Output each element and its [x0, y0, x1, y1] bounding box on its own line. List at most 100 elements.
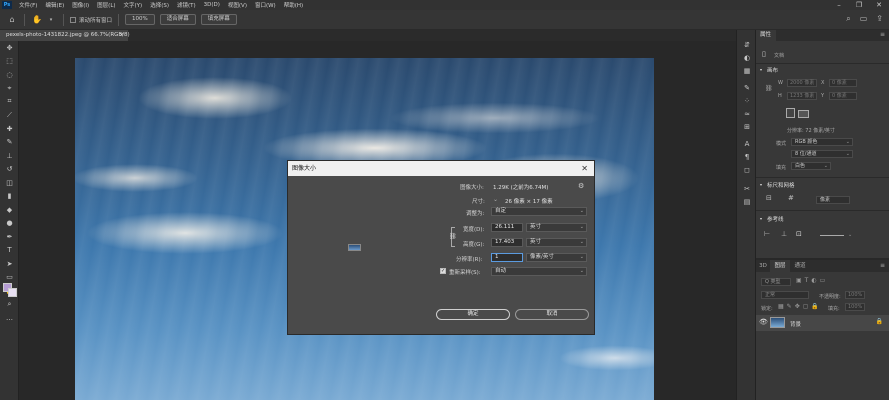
canvas-y-field[interactable]: 0 像素 — [829, 92, 857, 100]
opacity-field[interactable]: 100% — [845, 291, 865, 299]
tab-3d[interactable]: 3D — [756, 260, 770, 272]
clone-source-icon[interactable]: ⊞ — [737, 120, 757, 133]
character-icon[interactable]: A — [737, 137, 757, 150]
chevron-down-icon[interactable]: ⌄ — [848, 232, 852, 238]
height-unit-select[interactable]: 英寸 ⌄ — [526, 238, 587, 247]
resolution-unit-select[interactable]: 像素/英寸 ⌄ — [526, 253, 587, 262]
hand-icon[interactable]: ✋ — [31, 14, 43, 26]
blur-tool-icon[interactable]: ◆ — [0, 203, 19, 217]
gradient-tool-icon[interactable]: ▮ — [0, 190, 19, 204]
menu-view[interactable]: 视图(V) — [224, 1, 251, 9]
fit-to-select[interactable]: 自定 ⌄ — [491, 207, 587, 216]
share-icon[interactable]: ⇪ — [876, 14, 883, 24]
more-tools-icon[interactable]: … — [0, 311, 19, 325]
move-tool-icon[interactable]: ✥ — [0, 41, 19, 55]
width-field[interactable]: 26.111 — [491, 223, 523, 232]
menu-edit[interactable]: 编辑(E) — [41, 1, 68, 9]
width-unit-select[interactable]: 英寸 ⌄ — [526, 223, 587, 232]
fit-screen-button[interactable]: 适合屏幕 — [159, 14, 196, 25]
workspace-icon[interactable]: ▭ — [860, 14, 868, 24]
fill-field[interactable]: 100% — [845, 303, 865, 311]
tab-properties[interactable]: 属性 — [756, 30, 776, 41]
menu-type[interactable]: 文字(Y) — [120, 1, 147, 9]
chevron-down-icon[interactable]: ▾ — [760, 182, 762, 187]
ok-button[interactable]: 确定 — [436, 309, 510, 320]
home-icon[interactable]: ⌂ — [6, 14, 18, 26]
canvas-width-field[interactable]: 2000 像素 — [787, 79, 817, 87]
pen-tool-icon[interactable]: ✒ — [0, 230, 19, 244]
crop-tool-icon[interactable]: ⌗ — [0, 95, 19, 109]
menu-file[interactable]: 文件(F) — [15, 1, 41, 9]
quick-select-tool-icon[interactable]: ⌖ — [0, 82, 19, 96]
close-tab-icon[interactable]: × — [119, 30, 124, 41]
filter-icons[interactable]: ▣T◐▭ — [796, 277, 828, 284]
canvas-x-field[interactable]: 0 像素 — [829, 79, 857, 87]
panel-menu-icon[interactable]: ≡ — [880, 262, 885, 269]
resample-select[interactable]: 自动 ⌄ — [491, 267, 587, 276]
lock-icons[interactable]: ▦✎✥▢🔒 — [778, 303, 822, 310]
canvas-height-field[interactable]: 1233 像素 — [787, 92, 817, 100]
gear-icon[interactable]: ⚙ — [578, 182, 584, 190]
guide-layout-icon[interactable]: ⊥ — [781, 230, 787, 238]
type-tool-icon[interactable]: T — [0, 244, 19, 258]
chevron-down-icon[interactable]: ▾ — [760, 67, 762, 72]
portrait-orientation-icon[interactable] — [786, 108, 795, 118]
dodge-tool-icon[interactable]: ● — [0, 217, 19, 231]
brush-settings-icon[interactable]: ✎ — [737, 81, 757, 94]
tools-presets-icon[interactable]: ✂ — [737, 182, 757, 195]
chevron-down-icon[interactable]: ⌄ — [493, 196, 498, 203]
fill-select[interactable]: 白色 ⌄ — [791, 162, 831, 170]
marquee-tool-icon[interactable]: ⬚ — [0, 55, 19, 69]
new-guide-icon[interactable]: ⊡ — [796, 230, 802, 238]
bit-depth-select[interactable]: 8 位/通道 ⌄ — [791, 150, 853, 158]
minimize-button[interactable]: – — [829, 0, 849, 10]
menu-help[interactable]: 帮助(H) — [280, 1, 307, 9]
guides-icon[interactable]: ⊢ — [764, 230, 770, 238]
lasso-tool-icon[interactable]: ◌ — [0, 68, 19, 82]
height-field[interactable]: 17.403 — [491, 238, 523, 247]
menu-image[interactable]: 图像(I) — [68, 1, 93, 9]
history-brush-tool-icon[interactable]: ↺ — [0, 163, 19, 177]
chevron-down-icon[interactable]: ▾ — [45, 14, 57, 26]
panel-menu-icon[interactable]: ≡ — [880, 31, 885, 38]
tab-channels[interactable]: 通道 — [790, 260, 810, 272]
close-window-button[interactable]: ✕ — [869, 0, 889, 10]
menu-filter[interactable]: 滤镜(T) — [173, 1, 200, 9]
chevron-down-icon[interactable]: ▾ — [760, 216, 762, 221]
adjustments-icon[interactable]: ≈ — [737, 107, 757, 120]
dialog-close-icon[interactable]: ✕ — [581, 161, 588, 176]
scroll-all-windows-checkbox[interactable] — [70, 16, 76, 23]
eraser-tool-icon[interactable]: ◫ — [0, 176, 19, 190]
fill-screen-button[interactable]: 填充屏幕 — [200, 14, 237, 25]
landscape-orientation-icon[interactable] — [798, 110, 809, 118]
eye-icon[interactable]: 👁 — [759, 318, 768, 326]
notes-icon[interactable]: ▤ — [737, 195, 757, 208]
background-color-swatch[interactable] — [8, 288, 17, 297]
ruler-units-select[interactable]: 像素 — [816, 196, 850, 204]
link-icon[interactable]: ⛓ — [765, 85, 773, 92]
cancel-button[interactable]: 取消 — [515, 309, 589, 320]
restore-button[interactable]: ❐ — [849, 0, 869, 10]
resample-checkbox[interactable]: ✓ — [440, 268, 446, 274]
layer-row[interactable]: 👁 背景 🔒 — [756, 315, 889, 331]
healing-brush-tool-icon[interactable]: ✚ — [0, 122, 19, 136]
link-icon[interactable]: ⛓ — [449, 233, 457, 240]
menu-layer[interactable]: 图层(L) — [93, 1, 119, 9]
mode-select[interactable]: RGB 颜色 ⌄ — [791, 138, 853, 146]
brushes-icon[interactable]: ⁘ — [737, 94, 757, 107]
stamp-tool-icon[interactable]: ⊥ — [0, 149, 19, 163]
menu-3d[interactable]: 3D(D) — [200, 2, 224, 8]
eyedropper-tool-icon[interactable]: ⟋ — [0, 109, 19, 123]
shape-tool-icon[interactable]: ▭ — [0, 271, 19, 285]
tab-layers[interactable]: 图层 — [770, 260, 790, 272]
document-tab[interactable]: pexels-photo-1431822.jpeg @ 66.7%(RGB/8)… — [0, 30, 130, 41]
grid-icon[interactable]: # — [788, 194, 794, 202]
swatches-icon[interactable]: ▦ — [737, 64, 757, 77]
menu-window[interactable]: 窗口(W) — [251, 1, 280, 9]
layer-kind-filter[interactable]: Q 类型 — [761, 278, 791, 286]
menu-select[interactable]: 选择(S) — [146, 1, 173, 9]
zoom-100-button[interactable]: 100% — [125, 14, 155, 25]
brush-tool-icon[interactable]: ✎ — [0, 136, 19, 150]
resolution-field[interactable]: 1 — [491, 253, 523, 262]
blend-mode-select[interactable]: 正常 — [761, 291, 809, 299]
